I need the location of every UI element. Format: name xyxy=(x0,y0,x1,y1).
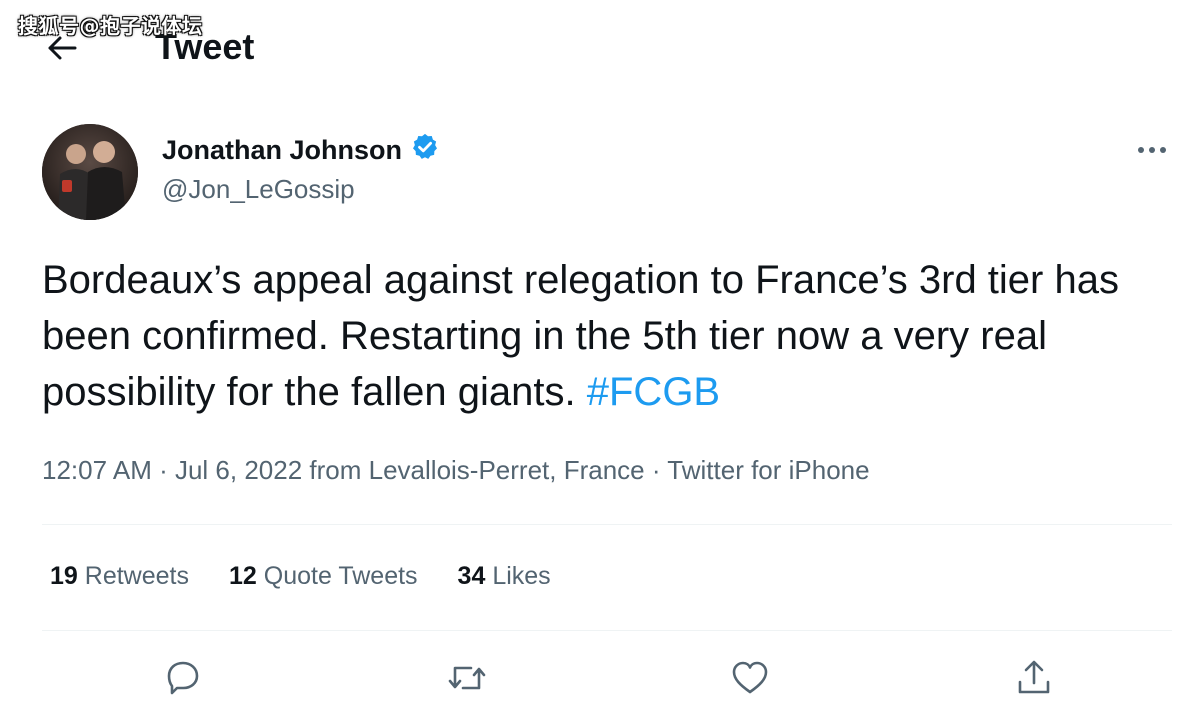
tweet-location: from Levallois-Perret, France xyxy=(302,455,645,485)
meta-separator: · xyxy=(644,455,668,485)
divider xyxy=(42,524,1172,525)
share-button[interactable] xyxy=(1010,656,1058,704)
reply-button[interactable] xyxy=(159,656,207,704)
retweets-count: 19 xyxy=(50,562,78,590)
quote-tweets-label: Quote Tweets xyxy=(263,562,418,590)
avatar[interactable] xyxy=(42,124,138,220)
like-button[interactable] xyxy=(726,656,774,704)
arrow-left-icon xyxy=(47,35,77,66)
retweet-icon xyxy=(445,658,489,703)
verified-badge-icon xyxy=(410,132,440,169)
tweet-stats: 19 Retweets 12 Quote Tweets 34 Likes xyxy=(50,562,551,591)
retweets-label: Retweets xyxy=(84,562,189,590)
quote-tweets-count: 12 xyxy=(228,562,257,590)
tweet-text: Bordeaux’s appeal against relegation to … xyxy=(42,252,1167,420)
reply-icon xyxy=(163,658,203,703)
tweet-author: Jonathan Johnson @Jon_LeGossip xyxy=(42,124,1172,220)
likes-count: 34 xyxy=(457,562,486,590)
quote-tweets-stat[interactable]: 12 Quote Tweets xyxy=(229,562,418,591)
tweet-source[interactable]: Twitter for iPhone xyxy=(667,455,869,485)
user-handle[interactable]: @Jon_LeGossip xyxy=(162,174,355,205)
hashtag-link[interactable]: #FCGB xyxy=(587,370,720,414)
likes-label: Likes xyxy=(492,562,551,590)
like-icon xyxy=(730,658,770,703)
watermark: 搜狐号@抱子说体坛 xyxy=(18,14,203,38)
divider xyxy=(42,630,1172,631)
more-horizontal-icon xyxy=(1137,141,1167,159)
tweet-actions xyxy=(0,656,1192,704)
tweet-meta: 12:07 AM · Jul 6, 2022 from Levallois-Pe… xyxy=(42,455,870,486)
retweets-stat[interactable]: 19 Retweets xyxy=(50,562,189,591)
display-name[interactable]: Jonathan Johnson xyxy=(162,132,440,169)
tweet-time[interactable]: 12:07 AM xyxy=(42,455,152,485)
tweet-date[interactable]: Jul 6, 2022 xyxy=(175,455,302,485)
meta-separator: · xyxy=(151,455,175,485)
tweet-body: Bordeaux’s appeal against relegation to … xyxy=(42,258,1119,414)
retweet-button[interactable] xyxy=(443,656,491,704)
share-icon xyxy=(1014,658,1054,703)
likes-stat[interactable]: 34 Likes xyxy=(458,562,551,591)
more-options-button[interactable] xyxy=(1132,138,1172,162)
display-name-text: Jonathan Johnson xyxy=(162,135,403,165)
